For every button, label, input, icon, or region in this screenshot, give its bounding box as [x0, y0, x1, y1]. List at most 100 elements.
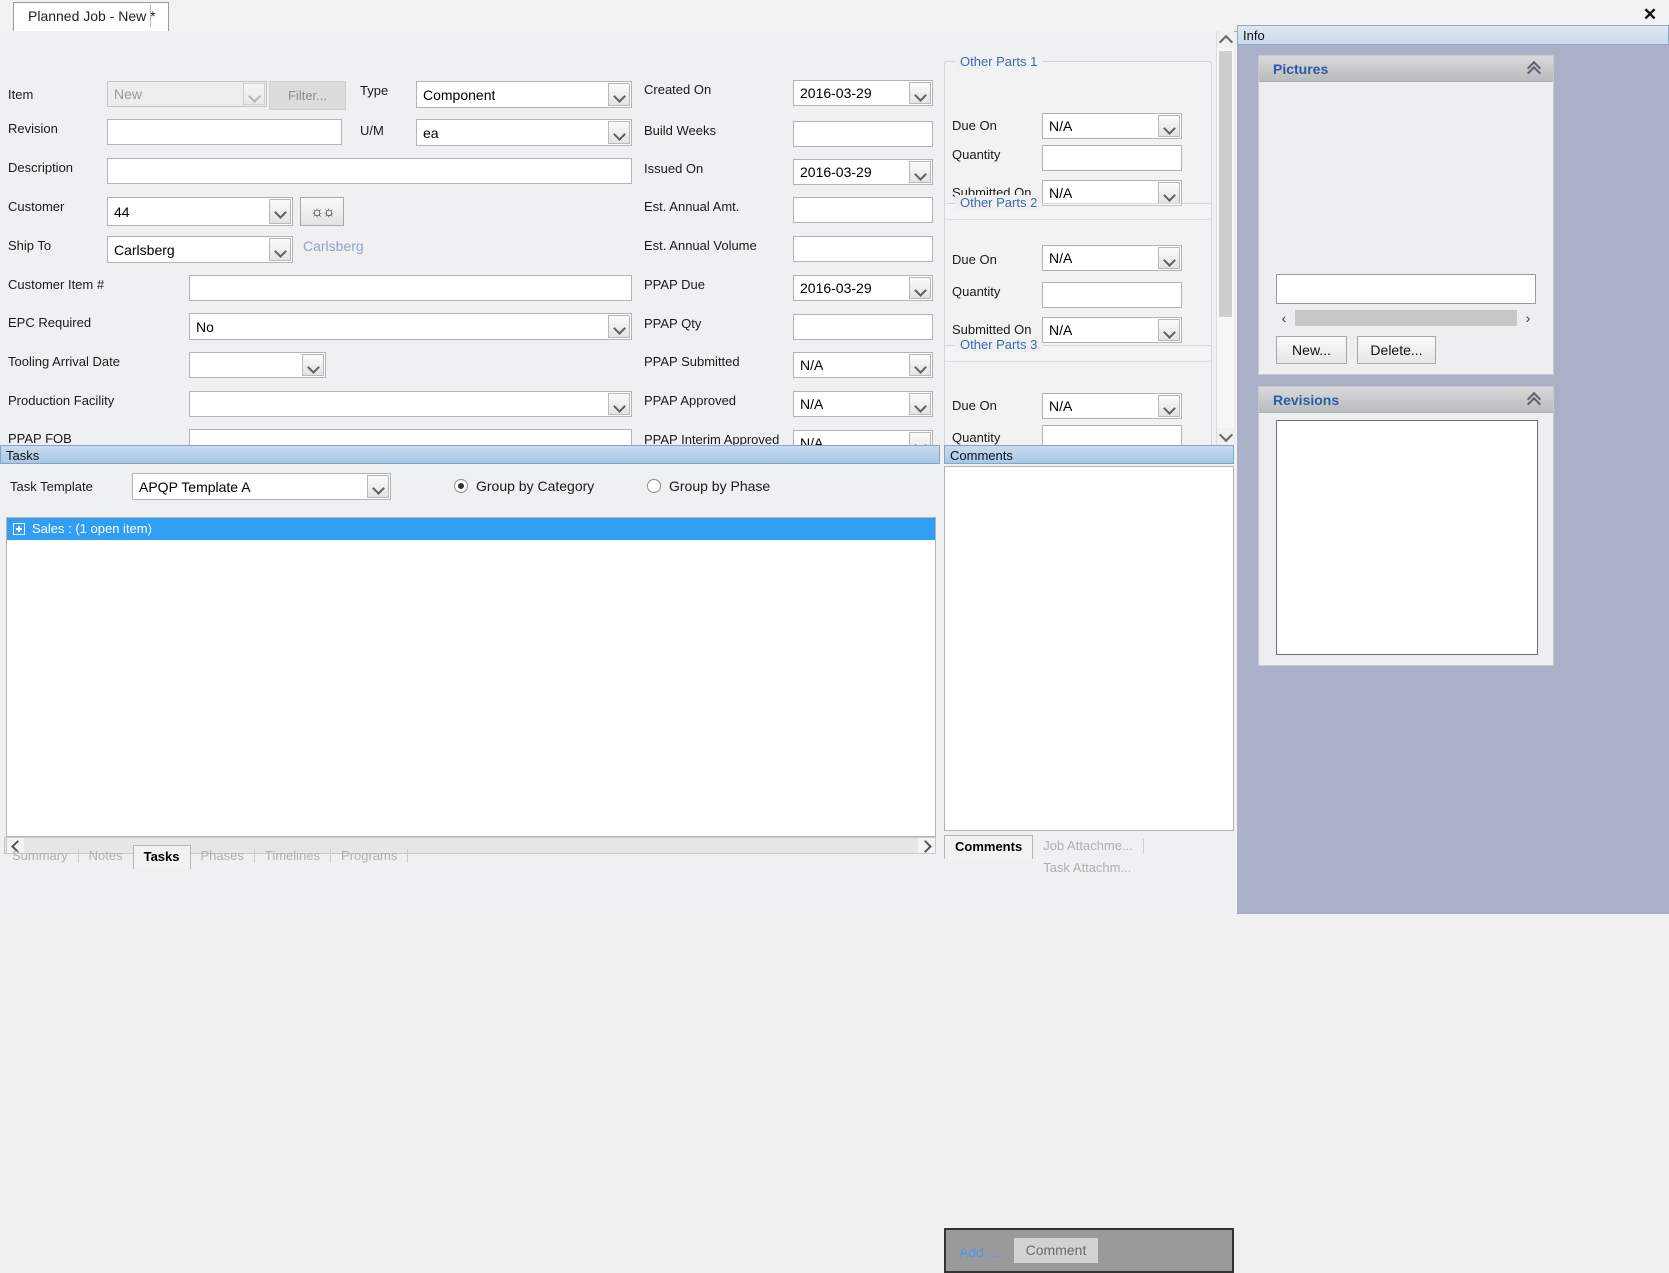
- est-annual-amt-input[interactable]: [793, 197, 933, 223]
- ship-to-combo[interactable]: Carlsberg: [107, 236, 293, 263]
- task-template-combo[interactable]: APQP Template A: [132, 473, 391, 500]
- tooling-arrival-combo[interactable]: [189, 352, 326, 378]
- chevron-down-icon[interactable]: [1158, 115, 1180, 137]
- tasks-tree[interactable]: Sales : (1 open item): [6, 517, 936, 837]
- comments-list[interactable]: [944, 466, 1234, 831]
- op1-due-on-value: N/A: [1049, 118, 1073, 134]
- close-icon[interactable]: ✕: [1637, 3, 1663, 27]
- radio-group-by-phase[interactable]: [647, 479, 661, 493]
- created-on-combo[interactable]: 2016-03-29: [793, 80, 933, 106]
- other-parts-1-title: Other Parts 1: [955, 54, 1043, 69]
- label-ppap-approved: PPAP Approved: [644, 393, 737, 408]
- scroll-right-icon[interactable]: [919, 838, 935, 853]
- new-picture-button[interactable]: New...: [1276, 336, 1347, 364]
- ppap-submitted-combo[interactable]: N/A: [793, 352, 933, 378]
- radio-group-by-category[interactable]: [454, 479, 468, 493]
- tab-job-attachments[interactable]: Job Attachme...: [1033, 835, 1143, 857]
- chevron-down-icon[interactable]: [243, 83, 265, 105]
- previous-picture-icon[interactable]: ‹: [1276, 309, 1292, 327]
- tree-row-label: Sales : (1 open item): [32, 521, 152, 536]
- picture-name-input[interactable]: [1276, 274, 1536, 304]
- other-parts-2-title: Other Parts 2: [955, 195, 1043, 210]
- chevron-down-icon[interactable]: [1158, 395, 1180, 417]
- ppap-due-combo[interactable]: 2016-03-29: [793, 275, 933, 301]
- chevron-down-icon[interactable]: [608, 393, 630, 415]
- scroll-down-icon[interactable]: [1217, 428, 1234, 445]
- op1-quantity-input[interactable]: [1042, 145, 1182, 171]
- op2-submitted-on-combo[interactable]: N/A: [1042, 317, 1182, 343]
- revisions-list[interactable]: [1276, 420, 1538, 655]
- tab-notes[interactable]: Notes: [79, 845, 133, 867]
- chevron-down-icon[interactable]: [909, 161, 931, 183]
- chevron-down-icon[interactable]: [909, 393, 931, 415]
- ppap-due-value: 2016-03-29: [800, 280, 872, 296]
- ship-to-value: Carlsberg: [114, 242, 175, 258]
- chevron-down-icon[interactable]: [608, 315, 630, 338]
- tab-programs[interactable]: Programs: [331, 845, 407, 867]
- tab-timelines[interactable]: Timelines: [255, 845, 330, 867]
- tab-tasks[interactable]: Tasks: [132, 845, 191, 869]
- production-facility-combo[interactable]: [189, 391, 632, 417]
- ppap-qty-input[interactable]: [793, 314, 933, 340]
- chevron-down-icon[interactable]: [608, 121, 630, 144]
- tab-phases[interactable]: Phases: [191, 845, 254, 867]
- scroll-up-icon[interactable]: [1217, 31, 1234, 48]
- chevron-up-icon[interactable]: [1527, 63, 1541, 75]
- label-customer: Customer: [8, 199, 65, 214]
- op1-due-on-combo[interactable]: N/A: [1042, 113, 1182, 139]
- comment-button[interactable]: Comment: [1014, 1238, 1098, 1263]
- chevron-down-icon[interactable]: [367, 475, 389, 498]
- ppap-fob-input[interactable]: [189, 429, 632, 445]
- label-ppap-qty: PPAP Qty: [644, 316, 702, 331]
- revisions-card-header: Revisions: [1259, 387, 1553, 413]
- table-row[interactable]: Sales : (1 open item): [7, 518, 935, 540]
- chevron-down-icon[interactable]: [909, 277, 931, 299]
- customer-item-input[interactable]: [189, 275, 632, 301]
- revisions-title: Revisions: [1273, 392, 1340, 408]
- form-vertical-scrollbar[interactable]: [1216, 31, 1234, 445]
- add-comment-link[interactable]: Add ...: [959, 1244, 999, 1260]
- tab-comments[interactable]: Comments: [944, 835, 1034, 859]
- chevron-down-icon[interactable]: [269, 199, 291, 224]
- type-combo[interactable]: Component: [416, 81, 632, 108]
- filter-button[interactable]: Filter...: [269, 81, 346, 110]
- revision-input[interactable]: [107, 119, 342, 145]
- description-input[interactable]: [107, 158, 632, 184]
- chevron-down-icon[interactable]: [302, 354, 324, 376]
- chevron-down-icon[interactable]: [1158, 247, 1180, 269]
- chevron-down-icon[interactable]: [608, 83, 630, 106]
- customer-find-button[interactable]: ☼☼: [300, 197, 344, 226]
- epc-required-combo[interactable]: No: [189, 313, 632, 340]
- tab-task-attachments[interactable]: Task Attachm...: [1033, 857, 1141, 879]
- next-picture-icon[interactable]: ›: [1520, 309, 1536, 327]
- op3-quantity-input[interactable]: [1042, 425, 1182, 445]
- chevron-down-icon[interactable]: [1158, 182, 1180, 204]
- delete-picture-button[interactable]: Delete...: [1357, 336, 1436, 364]
- chevron-up-icon[interactable]: [1527, 394, 1541, 406]
- chevron-down-icon[interactable]: [909, 82, 931, 104]
- chevron-down-icon[interactable]: [269, 238, 291, 261]
- ppap-approved-combo[interactable]: N/A: [793, 391, 933, 417]
- tab-summary[interactable]: Summary: [2, 845, 78, 867]
- ppap-interim-approved-combo[interactable]: N/A: [793, 430, 933, 445]
- chevron-down-icon[interactable]: [1158, 319, 1180, 341]
- scrollbar-thumb[interactable]: [1219, 51, 1232, 317]
- op3-due-on-combo[interactable]: N/A: [1042, 393, 1182, 419]
- item-combo[interactable]: New: [107, 81, 267, 107]
- um-combo[interactable]: ea: [416, 119, 632, 146]
- scrollbar-track[interactable]: [1295, 310, 1517, 326]
- issued-on-combo[interactable]: 2016-03-29: [793, 159, 933, 185]
- label-op2-submitted-on: Submitted On: [952, 322, 1032, 337]
- op2-quantity-input[interactable]: [1042, 282, 1182, 308]
- pictures-scrollbar[interactable]: ‹ ›: [1276, 309, 1536, 327]
- chevron-down-icon[interactable]: [909, 354, 931, 376]
- build-weeks-input[interactable]: [793, 121, 933, 147]
- expand-icon[interactable]: [13, 523, 25, 535]
- op2-due-on-combo[interactable]: N/A: [1042, 245, 1182, 271]
- chevron-down-icon[interactable]: [909, 432, 931, 445]
- est-annual-volume-input[interactable]: [793, 236, 933, 262]
- document-tab-planned-job[interactable]: Planned Job - New *: [13, 2, 169, 31]
- customer-combo[interactable]: 44: [107, 197, 293, 226]
- label-est-annual-amt: Est. Annual Amt.: [644, 199, 740, 214]
- ppap-submitted-value: N/A: [800, 357, 824, 373]
